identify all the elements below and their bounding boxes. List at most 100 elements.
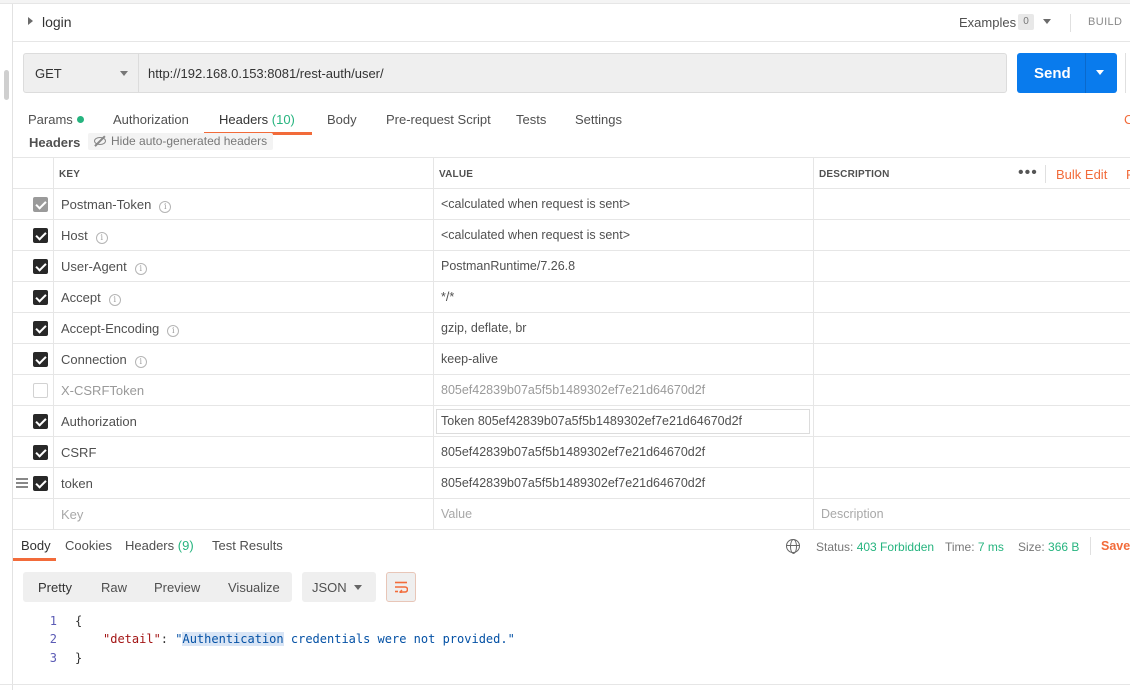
table-row: X-CSRFToken 805ef42839b07a5f5b1489302ef7… bbox=[13, 375, 1130, 406]
header-key[interactable]: Postman-Token i bbox=[61, 197, 172, 213]
save-response-button[interactable]: Save bbox=[1101, 539, 1130, 553]
row-enabled-checkbox[interactable] bbox=[33, 321, 48, 336]
header-key[interactable]: X-CSRFToken bbox=[61, 383, 144, 398]
view-pretty-button[interactable]: Pretty bbox=[38, 580, 72, 595]
row-enabled-checkbox[interactable] bbox=[33, 383, 48, 398]
examples-dropdown[interactable]: Examples bbox=[959, 15, 1016, 30]
request-name[interactable]: login bbox=[42, 14, 72, 30]
new-value-input[interactable]: Value bbox=[441, 507, 472, 521]
chevron-down-icon[interactable] bbox=[1043, 19, 1051, 24]
response-view-switcher: Pretty Raw Preview Visualize bbox=[23, 572, 292, 602]
row-enabled-checkbox[interactable] bbox=[33, 259, 48, 274]
bulk-edit-link[interactable]: Bulk Edit bbox=[1056, 167, 1107, 182]
header-value[interactable]: Token 805ef42839b07a5f5b1489302ef7e21d64… bbox=[441, 414, 742, 428]
size-value[interactable]: 366 B bbox=[1048, 540, 1079, 554]
col-key-header: KEY bbox=[59, 169, 81, 180]
time-value[interactable]: 7 ms bbox=[978, 540, 1004, 554]
cookies-link[interactable]: C bbox=[1124, 112, 1130, 127]
presets-link[interactable]: P bbox=[1126, 167, 1130, 182]
status-value[interactable]: 403 Forbidden bbox=[857, 540, 934, 554]
header-key-text: Postman-Token bbox=[61, 197, 152, 212]
format-select[interactable]: JSON bbox=[302, 572, 376, 602]
header-value[interactable]: 805ef42839b07a5f5b1489302ef7e21d64670d2f bbox=[441, 445, 705, 459]
chevron-down-icon bbox=[354, 585, 362, 590]
hide-auto-label: Hide auto-generated headers bbox=[111, 134, 268, 148]
new-description-input[interactable]: Description bbox=[821, 507, 884, 521]
send-options-chevron-icon[interactable] bbox=[1096, 70, 1104, 75]
row-enabled-checkbox[interactable] bbox=[33, 414, 48, 429]
header-key[interactable]: Accept i bbox=[61, 290, 121, 306]
info-icon[interactable]: i bbox=[134, 263, 147, 275]
tab-authorization[interactable]: Authorization bbox=[113, 112, 189, 127]
view-visualize-button[interactable]: Visualize bbox=[228, 580, 280, 595]
tab-response-headers-label: Headers bbox=[125, 538, 175, 553]
drag-handle-icon[interactable] bbox=[16, 478, 28, 488]
examples-count-badge: 0 bbox=[1018, 14, 1034, 30]
header-key[interactable]: Connection i bbox=[61, 352, 147, 368]
method-select[interactable]: GET bbox=[24, 54, 139, 92]
info-icon[interactable]: i bbox=[108, 294, 121, 306]
tab-response-cookies[interactable]: Cookies bbox=[65, 538, 112, 553]
col-value-header: VALUE bbox=[439, 169, 474, 180]
tab-tests[interactable]: Tests bbox=[516, 112, 546, 127]
header-key-text: User-Agent bbox=[61, 259, 127, 274]
caret-right-icon[interactable] bbox=[28, 17, 33, 25]
header-value[interactable]: <calculated when request is sent> bbox=[441, 197, 630, 211]
json-value-highlight: Authentication bbox=[182, 632, 284, 646]
row-enabled-checkbox[interactable] bbox=[33, 197, 48, 212]
send-label: Send bbox=[1034, 65, 1071, 82]
headers-section-title: Headers bbox=[29, 135, 81, 150]
header-value[interactable]: 805ef42839b07a5f5b1489302ef7e21d64670d2f bbox=[441, 383, 705, 397]
view-raw-button[interactable]: Raw bbox=[101, 580, 127, 595]
header-key[interactable]: User-Agent i bbox=[61, 259, 147, 275]
info-icon[interactable]: i bbox=[159, 201, 172, 213]
info-icon[interactable]: i bbox=[167, 325, 180, 337]
row-enabled-checkbox[interactable] bbox=[33, 476, 48, 491]
header-value[interactable]: 805ef42839b07a5f5b1489302ef7e21d64670d2f bbox=[441, 476, 705, 490]
wrap-lines-button[interactable] bbox=[386, 572, 416, 602]
globe-icon[interactable] bbox=[786, 539, 800, 554]
json-key: "detail" bbox=[103, 632, 161, 646]
more-options-icon[interactable]: ••• bbox=[1018, 164, 1038, 182]
size-label: Size: bbox=[1018, 540, 1045, 554]
header-value[interactable]: PostmanRuntime/7.26.8 bbox=[441, 259, 575, 273]
line-number: 2 bbox=[49, 632, 57, 646]
header-key[interactable]: CSRF bbox=[61, 445, 96, 460]
info-icon[interactable]: i bbox=[95, 232, 108, 244]
header-value[interactable]: gzip, deflate, br bbox=[441, 321, 526, 335]
header-key[interactable]: Host i bbox=[61, 228, 108, 244]
header-key[interactable]: token bbox=[61, 476, 93, 491]
tab-params[interactable]: Params bbox=[28, 112, 84, 127]
hide-auto-generated-headers-button[interactable]: Hide auto-generated headers bbox=[88, 133, 274, 150]
build-mode-button[interactable]: BUILD bbox=[1088, 16, 1122, 28]
time-info: Time: 7 ms bbox=[945, 540, 1004, 554]
view-preview-button[interactable]: Preview bbox=[154, 580, 200, 595]
tab-body[interactable]: Body bbox=[327, 112, 357, 127]
row-enabled-checkbox[interactable] bbox=[33, 445, 48, 460]
header-value[interactable]: keep-alive bbox=[441, 352, 498, 366]
request-title-bar: login Examples 0 BUILD bbox=[13, 4, 1130, 42]
new-key-input[interactable]: Key bbox=[61, 507, 83, 522]
header-value[interactable]: */* bbox=[441, 290, 454, 304]
table-header-row: KEY VALUE DESCRIPTION ••• Bulk Edit P bbox=[13, 157, 1130, 189]
header-key[interactable]: Authorization bbox=[61, 414, 137, 429]
info-icon[interactable]: i bbox=[134, 356, 147, 368]
tab-settings[interactable]: Settings bbox=[575, 112, 622, 127]
row-enabled-checkbox[interactable] bbox=[33, 228, 48, 243]
url-input[interactable]: http://192.168.0.153:8081/rest-auth/user… bbox=[148, 66, 384, 81]
tab-headers[interactable]: Headers (10) bbox=[219, 112, 295, 127]
tab-response-body[interactable]: Body bbox=[21, 538, 51, 553]
code-line-detail: "detail": "Authentication credentials we… bbox=[103, 632, 515, 646]
meta-separator bbox=[1090, 537, 1091, 555]
tab-prerequest-script[interactable]: Pre-request Script bbox=[386, 112, 491, 127]
sidebar-scrollbar[interactable] bbox=[4, 70, 9, 100]
table-row: Accept-Encoding i gzip, deflate, br bbox=[13, 313, 1130, 344]
row-enabled-checkbox[interactable] bbox=[33, 352, 48, 367]
tab-response-headers[interactable]: Headers (9) bbox=[125, 538, 194, 553]
header-value[interactable]: <calculated when request is sent> bbox=[441, 228, 630, 242]
header-key[interactable]: Accept-Encoding i bbox=[61, 321, 180, 337]
row-enabled-checkbox[interactable] bbox=[33, 290, 48, 305]
chevron-down-icon bbox=[120, 71, 128, 76]
send-button[interactable]: Send bbox=[1017, 53, 1117, 93]
tab-test-results[interactable]: Test Results bbox=[212, 538, 283, 553]
